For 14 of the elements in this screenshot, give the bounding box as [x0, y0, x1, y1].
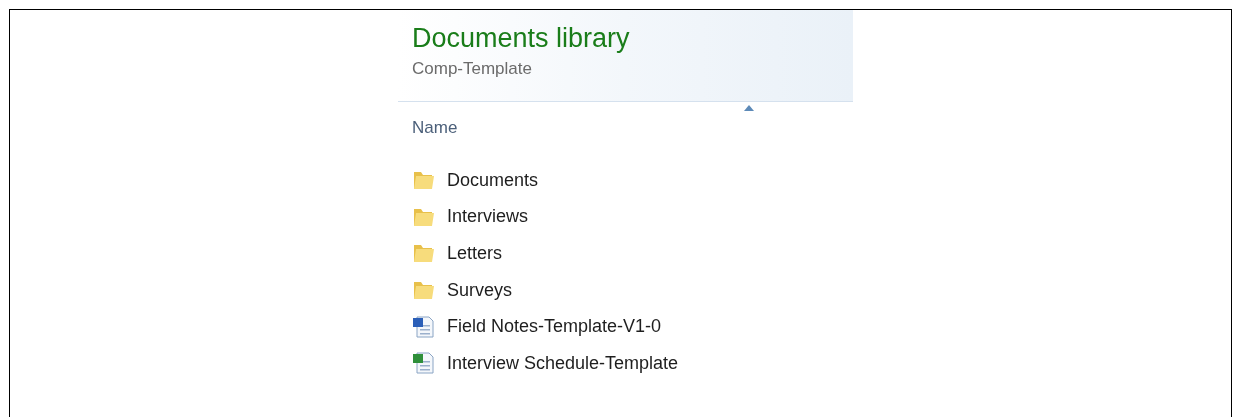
- file-name[interactable]: Field Notes-Template-V1-0: [447, 313, 662, 341]
- library-title: Documents library: [412, 22, 631, 55]
- file-name[interactable]: Letters: [447, 240, 503, 267]
- document-icon: [412, 314, 436, 339]
- file-name[interactable]: Surveys: [447, 276, 513, 304]
- file-name[interactable]: Interviews: [447, 203, 529, 231]
- folder-icon: [412, 242, 436, 265]
- document-icon: [412, 351, 436, 376]
- library-subtitle: Comp-Template: [412, 58, 533, 80]
- file-name[interactable]: Interview Schedule-Template: [447, 349, 679, 377]
- file-name[interactable]: Documents: [447, 166, 539, 194]
- folder-icon: [412, 169, 436, 192]
- folder-icon: [412, 279, 436, 302]
- column-header[interactable]: Name: [398, 102, 853, 148]
